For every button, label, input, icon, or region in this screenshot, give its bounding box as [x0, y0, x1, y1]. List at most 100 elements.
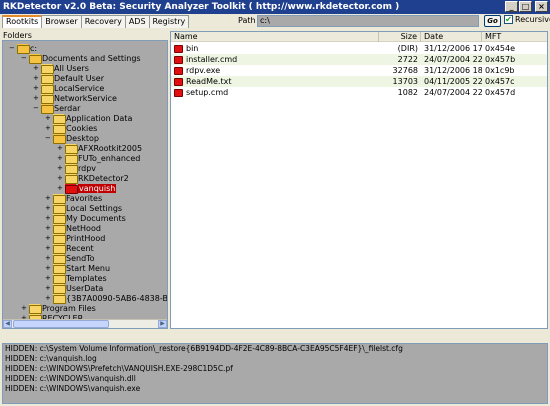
tree-node[interactable]: − Documents and Settings: [21, 53, 141, 64]
column-header-size[interactable]: Size: [379, 32, 421, 42]
table-row[interactable]: installer.cmd 2722 24/07/2004 22:...0x457b: [171, 54, 547, 65]
tab-registry[interactable]: Registry: [148, 15, 190, 28]
minimize-button[interactable]: _: [505, 1, 518, 12]
tree-node[interactable]: + Program Files: [21, 303, 96, 314]
expand-icon[interactable]: +: [45, 224, 51, 232]
expand-icon[interactable]: +: [33, 94, 39, 102]
file-list-header: Name Size Date MFT: [171, 32, 547, 42]
expand-icon[interactable]: +: [57, 164, 63, 172]
expand-icon[interactable]: +: [45, 194, 51, 202]
tree-node[interactable]: + All Users: [33, 63, 89, 74]
tab-recovery[interactable]: Recovery: [80, 15, 126, 28]
tree-node[interactable]: + UserData: [45, 283, 103, 294]
recursive-checkbox[interactable]: ✔ Recursive: [504, 15, 550, 24]
table-row[interactable]: ReadMe.txt 13703 04/11/2005 22:...0x457c: [171, 76, 547, 87]
tree-node[interactable]: + Templates: [45, 273, 107, 284]
tree-node[interactable]: + Local Settings: [45, 203, 122, 214]
tree-node[interactable]: + Default User: [33, 73, 104, 84]
collapse-icon[interactable]: −: [9, 44, 15, 52]
window-title: RKDetector v2.0 Beta: Security Analyzer …: [3, 2, 400, 12]
tree-node[interactable]: + Recent: [45, 243, 94, 254]
table-row[interactable]: setup.cmd 1082 24/07/2004 22:...0x457d: [171, 87, 547, 98]
file-icon: [174, 66, 183, 75]
tree-node-label: FUTo_enhanced: [78, 153, 141, 163]
tree-node[interactable]: − Serdar: [33, 103, 81, 114]
table-row[interactable]: bin (DIR) 31/12/2006 17:...0x454e: [171, 43, 547, 54]
path-input[interactable]: c:\: [257, 15, 479, 27]
expand-icon[interactable]: +: [33, 64, 39, 72]
expand-icon[interactable]: +: [33, 74, 39, 82]
tree-node[interactable]: + Start Menu: [45, 263, 110, 274]
scroll-left-icon[interactable]: ◀: [3, 320, 12, 328]
expand-icon[interactable]: +: [45, 284, 51, 292]
expand-icon[interactable]: +: [45, 214, 51, 222]
expand-icon[interactable]: +: [45, 254, 51, 262]
tab-browser[interactable]: Browser: [41, 15, 82, 28]
expand-icon[interactable]: +: [45, 114, 51, 122]
collapse-icon[interactable]: −: [45, 134, 51, 142]
tree-node[interactable]: + Cookies: [45, 123, 97, 134]
log-line: HIDDEN: c:\System Volume Information\_re…: [5, 344, 403, 353]
expand-icon[interactable]: +: [21, 304, 27, 312]
expand-icon[interactable]: +: [45, 294, 51, 302]
collapse-icon[interactable]: −: [33, 104, 39, 112]
file-size: 1082: [397, 88, 418, 97]
expand-icon[interactable]: +: [45, 124, 51, 132]
tree-node[interactable]: + My Documents: [45, 213, 126, 224]
tab-ads[interactable]: ADS: [124, 15, 150, 28]
checkbox-check-icon[interactable]: ✔: [504, 15, 513, 24]
tree-node[interactable]: + rdpv: [57, 163, 96, 174]
column-header-date[interactable]: Date: [421, 32, 482, 42]
folder-icon: [65, 144, 78, 154]
expand-icon[interactable]: +: [57, 184, 63, 192]
tree-horizontal-scrollbar[interactable]: ◀ ▶: [3, 319, 167, 328]
expand-icon[interactable]: +: [33, 84, 39, 92]
tree-node[interactable]: + NetHood: [45, 223, 101, 234]
scroll-right-icon[interactable]: ▶: [158, 320, 167, 328]
expand-icon[interactable]: +: [57, 174, 63, 182]
file-mft: 0x457d: [485, 88, 516, 97]
expand-icon[interactable]: +: [57, 144, 63, 152]
file-name-cell: bin: [174, 43, 378, 54]
tree-node[interactable]: + Favorites: [45, 193, 102, 204]
go-button[interactable]: Go: [484, 15, 501, 27]
tree-node[interactable]: + vanquish: [57, 183, 117, 194]
folder-icon: [41, 94, 54, 104]
maximize-button[interactable]: □: [519, 1, 532, 12]
file-list[interactable]: Name Size Date MFT bin (DIR) 31/12/2006 17…: [170, 31, 548, 329]
expand-icon[interactable]: +: [45, 204, 51, 212]
tree-node-label: Recent: [66, 243, 94, 253]
title-bar[interactable]: RKDetector v2.0 Beta: Security Analyzer …: [0, 0, 550, 14]
scroll-thumb[interactable]: [13, 320, 109, 328]
column-header-mft[interactable]: MFT: [482, 32, 547, 42]
tree-node[interactable]: + LocalService: [33, 83, 104, 94]
collapse-icon[interactable]: −: [21, 54, 27, 62]
tree-node[interactable]: + NetworkService: [33, 93, 117, 104]
expand-icon[interactable]: +: [57, 154, 63, 162]
expand-icon[interactable]: +: [45, 264, 51, 272]
tree-node-label: PrintHood: [66, 233, 106, 243]
tree-node[interactable]: − c:: [9, 43, 37, 54]
tree-node[interactable]: + PrintHood: [45, 233, 106, 244]
column-header-name[interactable]: Name: [171, 32, 379, 42]
expand-icon[interactable]: +: [45, 234, 51, 242]
expand-icon[interactable]: +: [45, 244, 51, 252]
tree-node[interactable]: − Desktop: [45, 133, 99, 144]
tree-node[interactable]: + {3B7A0090-5AB6-4838-B146-: [45, 293, 167, 304]
tree-node[interactable]: + SendTo: [45, 253, 95, 264]
tree-node-label: AFXRootkit2005: [78, 143, 143, 153]
table-row[interactable]: rdpv.exe 32768 31/12/2006 18:...0x1c9b: [171, 65, 547, 76]
tree-node[interactable]: + AFXRootkit2005: [57, 143, 143, 154]
tree-node-label: Application Data: [66, 113, 133, 123]
folder-tree[interactable]: +rewfkit+RECYCLER+Program Files+{3B7A009…: [2, 40, 168, 329]
expand-icon[interactable]: +: [45, 274, 51, 282]
log-panel[interactable]: HIDDEN: c:\System Volume Information\_re…: [2, 343, 548, 404]
tab-rootkits[interactable]: Rootkits: [2, 15, 43, 28]
close-button[interactable]: ×: [535, 1, 548, 12]
tree-node[interactable]: + Application Data: [45, 113, 133, 124]
tree-node[interactable]: + RKDetector2: [57, 173, 129, 184]
folder-icon: [53, 294, 66, 304]
tree-node[interactable]: + FUTo_enhanced: [57, 153, 141, 164]
log-line: HIDDEN: c:\vanquish.log: [5, 354, 97, 363]
tree-node-label: Serdar: [54, 103, 81, 113]
